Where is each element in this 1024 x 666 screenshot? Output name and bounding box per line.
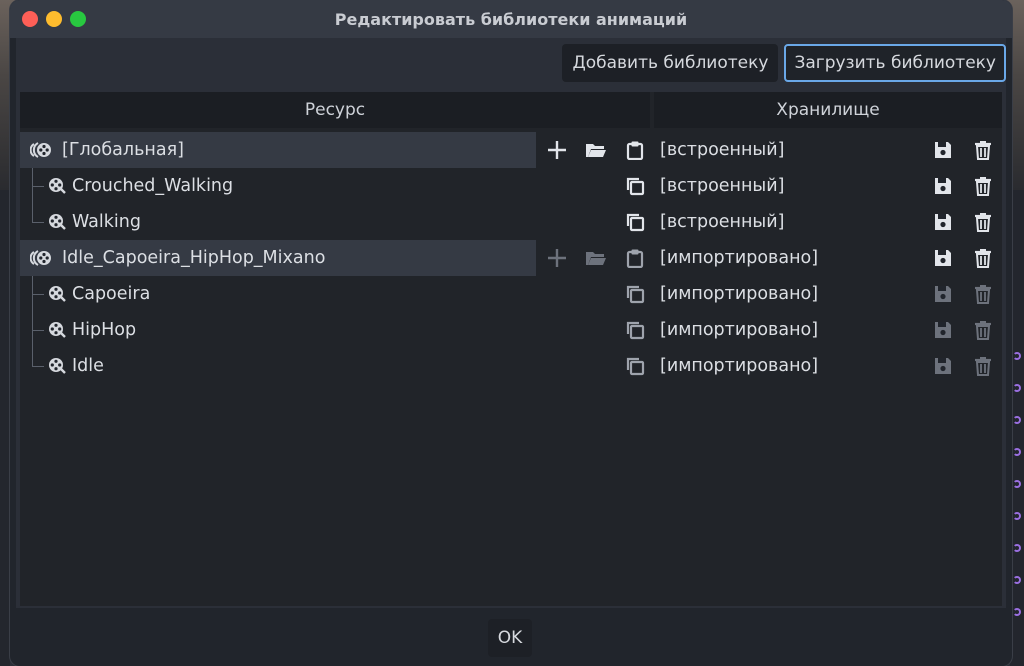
resource-cell[interactable]: Capoeira bbox=[20, 276, 536, 312]
animation-library-icon bbox=[29, 141, 52, 159]
close-window-button[interactable] bbox=[22, 11, 38, 27]
plus-icon[interactable] bbox=[546, 247, 568, 269]
animation-row[interactable]: HipHop [импортировано] bbox=[20, 312, 1002, 348]
animation-icon bbox=[48, 357, 66, 375]
copy-icon[interactable] bbox=[624, 175, 646, 197]
window-controls bbox=[22, 11, 86, 27]
animation-name: Crouched_Walking bbox=[72, 176, 234, 196]
save-icon[interactable] bbox=[932, 283, 954, 305]
folder-open-icon[interactable] bbox=[585, 247, 607, 269]
editor-connection-icon bbox=[1013, 544, 1021, 552]
column-header-resource[interactable]: Ресурс bbox=[20, 92, 650, 128]
plus-icon[interactable] bbox=[546, 139, 568, 161]
resource-cell[interactable]: Idle_Capoeira_HipHop_Mixano bbox=[20, 240, 536, 276]
toolbar: Добавить библиотеку Загрузить библиотеку bbox=[562, 44, 1006, 82]
animation-icon bbox=[48, 177, 66, 195]
ok-button[interactable]: OK bbox=[488, 619, 532, 657]
animation-icon bbox=[48, 321, 66, 339]
trash-icon[interactable] bbox=[972, 211, 994, 233]
editor-connection-icon bbox=[1013, 608, 1021, 616]
save-icon[interactable] bbox=[932, 247, 954, 269]
animation-row[interactable]: Idle [импортировано] bbox=[20, 348, 1002, 384]
editor-connection-icon bbox=[1013, 576, 1021, 584]
animation-name: Idle bbox=[72, 356, 104, 376]
dialog-content: Добавить библиотеку Загрузить библиотеку… bbox=[16, 38, 1006, 608]
animation-row[interactable]: Walking [встроенный] bbox=[20, 204, 1002, 240]
tree-rows: [Глобальная] [встроенный] Crouched_Walking… bbox=[20, 132, 1002, 384]
trash-icon[interactable] bbox=[972, 319, 994, 341]
save-icon[interactable] bbox=[932, 211, 954, 233]
title-bar: Редактировать библиотеки анимаций bbox=[10, 0, 1012, 38]
minimize-window-button[interactable] bbox=[46, 11, 62, 27]
trash-icon[interactable] bbox=[972, 247, 994, 269]
trash-icon[interactable] bbox=[972, 283, 994, 305]
resource-cell[interactable]: [Глобальная] bbox=[20, 132, 536, 168]
copy-icon[interactable] bbox=[624, 319, 646, 341]
storage-label: [встроенный] bbox=[660, 212, 785, 232]
storage-label: [встроенный] bbox=[660, 176, 785, 196]
save-icon[interactable] bbox=[932, 355, 954, 377]
edit-animation-libraries-dialog: Редактировать библиотеки анимаций Добави… bbox=[10, 0, 1012, 666]
copy-icon[interactable] bbox=[624, 211, 646, 233]
animation-name: Capoeira bbox=[72, 284, 151, 304]
maximize-window-button[interactable] bbox=[70, 11, 86, 27]
tree-header: Ресурс Хранилище bbox=[20, 92, 1002, 128]
save-icon[interactable] bbox=[932, 139, 954, 161]
animation-row[interactable]: Capoeira [импортировано] bbox=[20, 276, 1002, 312]
resource-cell[interactable]: Crouched_Walking bbox=[20, 168, 536, 204]
animation-name: Walking bbox=[72, 212, 141, 232]
library-row[interactable]: [Глобальная] [встроенный] bbox=[20, 132, 1002, 168]
editor-background-left bbox=[0, 190, 10, 666]
animation-icon bbox=[48, 213, 66, 231]
editor-background-right bbox=[1010, 190, 1024, 666]
storage-label: [импортировано] bbox=[660, 320, 819, 340]
column-header-storage[interactable]: Хранилище bbox=[654, 92, 1002, 128]
add-library-button[interactable]: Добавить библиотеку bbox=[562, 44, 779, 82]
library-row[interactable]: Idle_Capoeira_HipHop_Mixano [импортирован… bbox=[20, 240, 1002, 276]
trash-icon[interactable] bbox=[972, 139, 994, 161]
editor-connection-icon bbox=[1013, 352, 1021, 360]
storage-label: [импортировано] bbox=[660, 356, 819, 376]
animation-row[interactable]: Crouched_Walking [встроенный] bbox=[20, 168, 1002, 204]
resource-cell[interactable]: Walking bbox=[20, 204, 536, 240]
clipboard-paste-icon[interactable] bbox=[624, 139, 646, 161]
dialog-title: Редактировать библиотеки анимаций bbox=[334, 9, 688, 29]
resource-cell[interactable]: Idle bbox=[20, 348, 536, 384]
library-name: [Глобальная] bbox=[62, 140, 184, 160]
load-library-button[interactable]: Загрузить библиотеку bbox=[784, 44, 1006, 82]
save-icon[interactable] bbox=[932, 319, 954, 341]
editor-connection-icon bbox=[1013, 448, 1021, 456]
editor-connection-icon bbox=[1013, 416, 1021, 424]
storage-label: [встроенный] bbox=[660, 140, 785, 160]
animation-library-icon bbox=[29, 249, 52, 267]
storage-label: [импортировано] bbox=[660, 248, 819, 268]
animation-name: HipHop bbox=[72, 320, 137, 340]
library-name: Idle_Capoeira_HipHop_Mixano bbox=[62, 248, 326, 268]
editor-connection-icon bbox=[1013, 512, 1021, 520]
library-tree: Ресурс Хранилище [Глобальная] [встроенный… bbox=[20, 92, 1002, 606]
folder-open-icon[interactable] bbox=[585, 139, 607, 161]
copy-icon[interactable] bbox=[624, 355, 646, 377]
clipboard-paste-icon[interactable] bbox=[624, 247, 646, 269]
storage-label: [импортировано] bbox=[660, 284, 819, 304]
animation-icon bbox=[48, 285, 66, 303]
copy-icon[interactable] bbox=[624, 283, 646, 305]
editor-connection-icon bbox=[1013, 384, 1021, 392]
resource-cell[interactable]: HipHop bbox=[20, 312, 536, 348]
trash-icon[interactable] bbox=[972, 355, 994, 377]
editor-connection-icon bbox=[1013, 480, 1021, 488]
save-icon[interactable] bbox=[932, 175, 954, 197]
trash-icon[interactable] bbox=[972, 175, 994, 197]
